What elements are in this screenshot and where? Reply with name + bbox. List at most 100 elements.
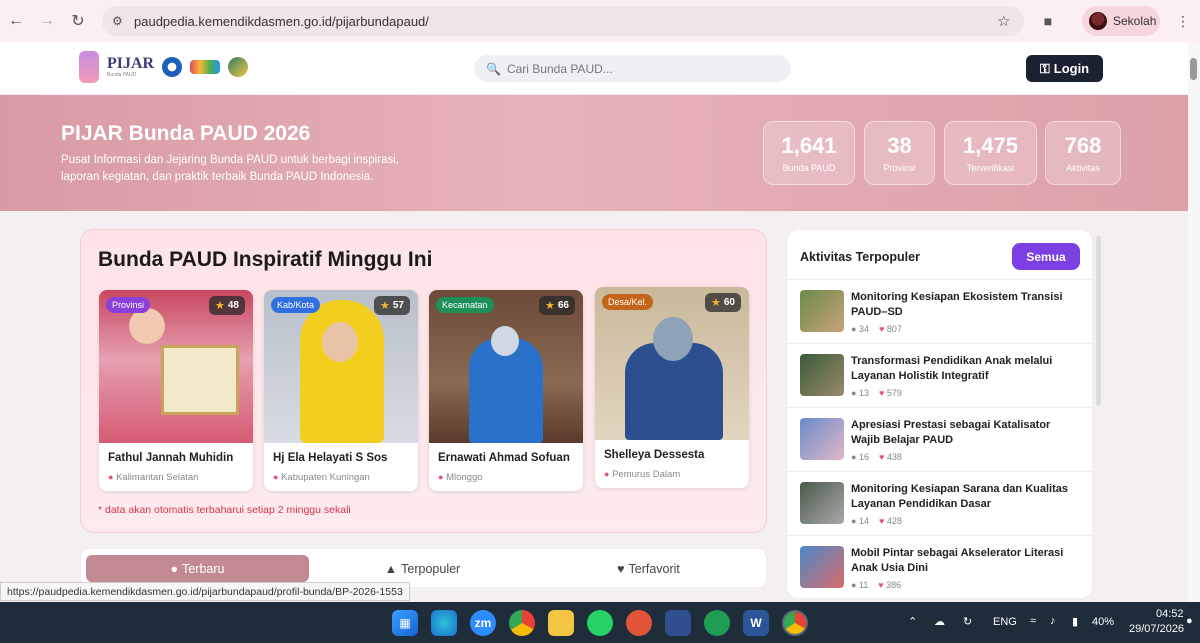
star-icon: ★ xyxy=(711,297,721,309)
semua-button[interactable]: Semua xyxy=(1012,243,1080,270)
star-icon: ★ xyxy=(215,300,225,312)
fire-icon: ▲ xyxy=(384,561,398,576)
site-header: PIJAR Bunda PAUD 🔍 ⚿ Login xyxy=(0,42,1188,95)
chrome-icon[interactable] xyxy=(509,610,535,636)
hijab-image xyxy=(653,317,693,361)
view-count: 11 xyxy=(858,580,869,590)
file-explorer-icon[interactable] xyxy=(548,610,574,636)
activity-meta: ● 34 ♥ 807 xyxy=(851,324,902,334)
bunda-card[interactable]: Kab/Kota ★ 57 Hj Ela Helayati S Sos ● Kab… xyxy=(264,290,418,491)
onedrive-icon[interactable]: ☁ xyxy=(934,615,945,628)
bunda-name: Shelleya Dessesta xyxy=(604,449,705,461)
windows-start-icon[interactable]: ▦ xyxy=(392,610,418,636)
tab-terfavorit[interactable]: ♥ Terfavorit xyxy=(537,555,760,582)
page-scrollbar[interactable] xyxy=(1188,42,1200,602)
powerpoint-icon[interactable] xyxy=(626,610,652,636)
bunda-location: ● Kalimantan Selatan xyxy=(108,472,198,483)
tab-terbaru[interactable]: ● Terbaru xyxy=(86,555,309,582)
activity-item[interactable]: Monitoring Kesiapan Sarana dan Kualitas … xyxy=(787,471,1092,535)
volume-icon[interactable]: ♪ xyxy=(1050,615,1056,627)
login-button[interactable]: ⚿ Login xyxy=(1026,55,1103,82)
stat-value: 1,641 xyxy=(781,133,837,158)
stat-value: 38 xyxy=(887,133,912,158)
bookmark-star-icon[interactable]: ☆ xyxy=(997,12,1010,30)
stat-label: Aktivitas xyxy=(1066,163,1100,173)
whatsapp-icon[interactable] xyxy=(587,610,613,636)
heart-icon: ♥ xyxy=(878,580,884,590)
profile-chip[interactable]: Sekolah xyxy=(1082,6,1160,36)
edge-icon[interactable] xyxy=(431,610,457,636)
address-bar[interactable]: ⚙ paudpedia.kemendikdasmen.go.id/pijarbu… xyxy=(102,6,1024,36)
reload-icon[interactable]: ↻ xyxy=(67,10,89,32)
heart-icon: ♥ xyxy=(878,324,885,334)
lightbulb-icon: ● xyxy=(170,561,179,576)
hero-description: Pusat Informasi dan Jejaring Bunda PAUD … xyxy=(61,154,399,183)
snipping-tool-icon[interactable] xyxy=(665,610,691,636)
wifi-icon[interactable]: ≈ xyxy=(1030,615,1036,627)
xbox-icon[interactable] xyxy=(704,610,730,636)
bunda-card[interactable]: Desa/Kel. ★ 60 Shelleya Dessesta ● Pemuru… xyxy=(595,287,749,488)
stat-aktivitas: 768 Aktivitas xyxy=(1045,121,1121,185)
clock-date[interactable]: 29/07/2026 xyxy=(1129,623,1184,635)
sync-icon[interactable]: ↻ xyxy=(963,615,972,628)
location-pin-icon: ● xyxy=(108,472,114,482)
chrome-active-icon[interactable] xyxy=(782,610,808,636)
hero-banner: PIJAR Bunda PAUD 2026 Pusat Informasi da… xyxy=(0,95,1188,211)
aktivitas-panel: Aktivitas Terpopuler Semua Monitoring Ke… xyxy=(786,229,1093,599)
score-badge: ★ 66 xyxy=(539,296,575,315)
activity-meta: ● 14 ♥ 428 xyxy=(851,516,902,526)
search-box[interactable]: 🔍 xyxy=(474,55,791,82)
aktivitas-scrollbar[interactable] xyxy=(1096,236,1101,406)
logo-subtext: Bunda PAUD xyxy=(107,72,137,78)
activity-item[interactable]: Mobil Pintar sebagai Akselerator Literas… xyxy=(787,535,1092,598)
word-icon[interactable]: W xyxy=(743,610,769,636)
bunda-card[interactable]: Provinsi ★ 48 Fathul Jannah Muhidin ● Kal… xyxy=(99,290,253,491)
level-badge: Desa/Kel. xyxy=(602,294,654,310)
stat-provinsi: 38 Provinsi xyxy=(864,121,935,185)
star-icon: ★ xyxy=(545,300,555,312)
score-value: 60 xyxy=(723,297,735,308)
activity-item[interactable]: Monitoring Kesiapan Ekosistem Transisi P… xyxy=(787,279,1092,343)
page-scrollbar-thumb[interactable] xyxy=(1190,58,1197,80)
activity-title: Mobil Pintar sebagai Akselerator Literas… xyxy=(851,547,1064,574)
tray-chevron-icon[interactable]: ⌃ xyxy=(908,615,917,628)
bunda-location: ● Kabupaten Kuningan xyxy=(273,472,370,483)
like-count: 807 xyxy=(886,324,902,334)
level-badge: Kecamatan xyxy=(436,297,494,313)
site-settings-icon[interactable]: ⚙ xyxy=(112,14,123,28)
battery-icon[interactable]: ▮ xyxy=(1072,615,1078,628)
location-text: Kabupaten Kuningan xyxy=(281,472,370,483)
tab-label: Terbaru xyxy=(182,561,225,576)
language-indicator[interactable]: ENG xyxy=(993,616,1017,628)
face-image xyxy=(322,322,358,362)
extensions-icon[interactable]: ■ xyxy=(1037,10,1059,32)
activity-item[interactable]: Apresiasi Prestasi sebagai Katalisator W… xyxy=(787,407,1092,471)
like-count: 428 xyxy=(886,516,902,526)
paudpedia-logo-icon xyxy=(190,60,221,74)
zoom-icon[interactable]: zm xyxy=(470,610,496,636)
stat-label: Bunda PAUD xyxy=(782,163,836,173)
tab-terpopuler[interactable]: ▲ Terpopuler xyxy=(311,555,534,582)
browser-toolbar: ← → ↻ ⚙ paudpedia.kemendikdasmen.go.id/p… xyxy=(0,0,1200,42)
forward-icon[interactable]: → xyxy=(36,10,58,32)
logo-text: PIJAR xyxy=(107,55,155,72)
bunda-card[interactable]: Kecamatan ★ 66 Ernawati Ahmad Sofuan ● Ml… xyxy=(429,290,583,491)
activity-thumbnail xyxy=(800,546,844,588)
location-pin-icon: ● xyxy=(438,472,444,482)
activity-item[interactable]: Transformasi Pendidikan Anak melalui Lay… xyxy=(787,343,1092,407)
search-input[interactable] xyxy=(506,61,777,76)
location-pin-icon: ● xyxy=(273,472,279,482)
tab-label: Terfavorit xyxy=(628,561,680,576)
clock-time[interactable]: 04:52 xyxy=(1156,608,1184,620)
like-count: 438 xyxy=(886,452,902,462)
level-badge: Kab/Kota xyxy=(271,297,321,313)
view-count: 14 xyxy=(858,516,869,526)
link-status-url: https://paudpedia.kemendikdasmen.go.id/p… xyxy=(0,582,410,601)
activity-title: Apresiasi Prestasi sebagai Katalisator W… xyxy=(851,419,1051,446)
notification-icon[interactable]: ● xyxy=(1186,615,1193,627)
more-menu-icon[interactable]: ⋮ xyxy=(1172,10,1194,32)
logo-area[interactable]: PIJAR Bunda PAUD xyxy=(79,51,249,83)
heart-icon: ♥ xyxy=(878,516,885,526)
profile-avatar xyxy=(1089,12,1107,30)
back-icon[interactable]: ← xyxy=(5,10,27,32)
